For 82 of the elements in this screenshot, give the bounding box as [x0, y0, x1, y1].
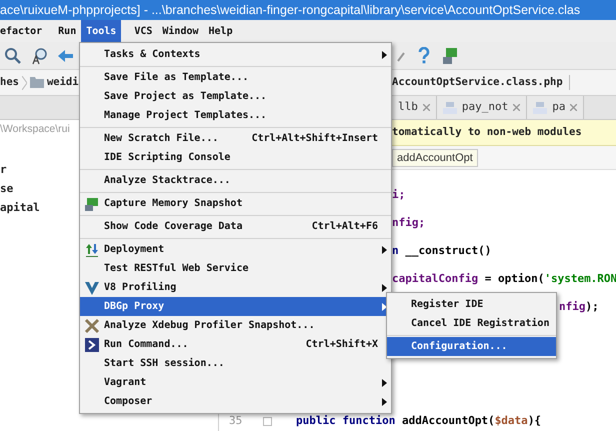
menu-item[interactable]: V8 Profiling [80, 278, 391, 297]
terminal-prompt-icon [84, 336, 100, 352]
notification-text: tomatically to non-web modules [392, 124, 582, 140]
shortcut-label: Ctrl+Alt+Shift+Insert [252, 132, 378, 146]
shortcut-label: Ctrl+Alt+F6 [312, 220, 378, 234]
menu-item-label: Start SSH session... [104, 356, 224, 371]
menu-item-label: Test RESTful Web Service [104, 262, 248, 276]
menu-item[interactable]: Capture Memory Snapshot [80, 194, 391, 213]
menu-item[interactable]: Cancel IDE Registration [387, 314, 556, 333]
editor-tab[interactable]: pay_not [436, 96, 528, 119]
menu-item[interactable]: Composer [80, 392, 391, 411]
menu-item[interactable]: Save Project as Template... [80, 87, 391, 106]
menu-item-label: Composer [104, 395, 152, 409]
menu-item-label: Tasks & Contexts [104, 48, 200, 62]
zoom-icon[interactable] [4, 46, 22, 64]
menu-item[interactable]: Tasks & Contexts [80, 45, 391, 64]
close-icon[interactable] [513, 104, 520, 111]
menu-item[interactable]: Deployment [80, 240, 391, 259]
menu-item[interactable]: Show Code Coverage Data Ctrl+Alt+F6 [80, 217, 391, 236]
menu-item-label: IDE Scripting Console [104, 150, 230, 165]
fold-marker-icon[interactable] [263, 416, 272, 426]
php-file-icon [533, 102, 548, 114]
menu-item-label: DBGp Proxy [104, 300, 164, 314]
menu-item-label: Configuration... [411, 340, 508, 354]
chevron-icon [22, 76, 27, 90]
menu-item-label: Analyze Stacktrace... [104, 174, 230, 188]
menu-item[interactable]: Start SSH session... [80, 354, 391, 373]
code-line: n __construct() [392, 242, 492, 259]
menu-item-label: Capture Memory Snapshot [104, 197, 242, 211]
menu-item[interactable]: Configuration... [387, 337, 556, 356]
editor-tab[interactable]: pa [527, 96, 584, 119]
menu-bar-item[interactable]: efactor [0, 20, 48, 42]
deploy-arrows-icon [84, 242, 100, 258]
window-title: ace\ruixueM-phpprojects] - ...\branches\weidian-finger-rongcapital\library\service\AccountOptService.clas [0, 2, 580, 19]
code-line: i; [392, 186, 406, 203]
crossed-tools-icon [84, 318, 100, 334]
menu-item[interactable]: Test RESTful Web Service [80, 259, 391, 278]
menu-item[interactable]: Analyze Stacktrace... [80, 171, 391, 190]
editor-tab[interactable]: llb [392, 96, 437, 119]
menu-item[interactable]: Save File as Template... [80, 68, 391, 87]
tab-label: llb [398, 99, 418, 116]
shortcut-label: Ctrl+Shift+X [306, 338, 378, 352]
breadcrumb-item[interactable]: hes [0, 74, 19, 90]
menu-bar-item[interactable]: Help [204, 20, 238, 42]
menu-item-label: Vagrant [104, 376, 146, 390]
close-icon[interactable] [422, 104, 430, 111]
menu-item-label: Save File as Template... [104, 70, 248, 85]
close-icon[interactable] [570, 104, 578, 111]
menu-item-label: Show Code Coverage Data [104, 220, 242, 234]
project-path: \Workspace\rui [0, 122, 70, 138]
menu-item-label: Cancel IDE Registration [411, 316, 550, 331]
php-file-icon [442, 102, 457, 114]
menu-bar-item[interactable]: VCS [129, 20, 158, 42]
breadcrumb-item[interactable]: weidi [46, 74, 79, 90]
menu-item-label: Run Command... [104, 338, 188, 352]
menu-bar-item[interactable]: Tools [81, 20, 122, 42]
folder-icon [30, 77, 44, 88]
find-icon[interactable] [31, 46, 49, 64]
memory-chip-icon[interactable] [442, 46, 458, 64]
menu-item-label: Manage Project Templates... [104, 108, 267, 123]
tab-label: pa [552, 99, 566, 116]
menu-item[interactable]: IDE Scripting Console [80, 148, 391, 167]
code-line: public function addAccountOpt($data){ [296, 412, 542, 429]
menu-item[interactable]: New Scratch File... Ctrl+Alt+Shift+Insert [80, 129, 391, 148]
back-arrow-icon[interactable] [58, 48, 74, 62]
breadcrumb-chip[interactable]: addAccountOpt [392, 148, 478, 166]
menu-item[interactable]: Vagrant [80, 373, 391, 392]
menu-bar-item[interactable]: Window [157, 20, 204, 42]
line-number: 35 [228, 412, 244, 429]
code-line: nfig; [392, 214, 426, 231]
menu-item[interactable]: Manage Project Templates... [80, 106, 391, 125]
menu-item-label: Deployment [104, 243, 164, 257]
menu-item-label: Register IDE [411, 298, 484, 312]
code-line: nfig); [559, 298, 599, 315]
menu-item-label: V8 Profiling [104, 280, 176, 295]
tab-label: pay_not [462, 99, 508, 116]
menu-item-label: New Scratch File... [104, 132, 218, 146]
menu-item-label: Analyze Xdebug Profiler Snapshot... [104, 318, 315, 333]
memory-chip-icon [84, 196, 100, 212]
menu-item-label: Save Project as Template... [104, 90, 267, 104]
help-icon[interactable] [418, 47, 430, 64]
menu-bar-item[interactable]: Run [53, 20, 82, 42]
